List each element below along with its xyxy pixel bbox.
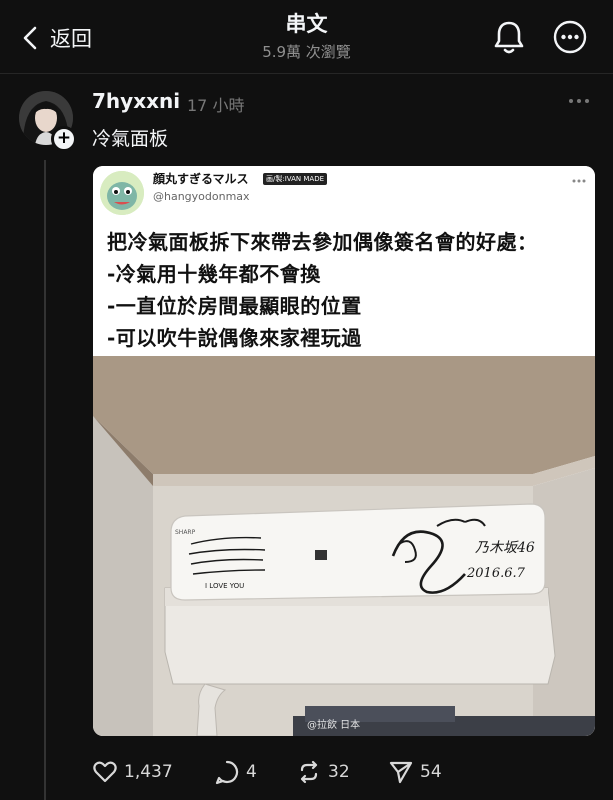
tweet-name: 顔丸すぎるマルス <box>153 172 249 186</box>
action-bar: 1,437 4 32 54 <box>92 756 592 788</box>
tweet-line: -一直位於房間最顯眼的位置 <box>107 294 362 318</box>
tweet-line: 把冷氣面板拆下來帶去參加偶像簽名會的好處： <box>107 230 538 254</box>
tweet-more-icon <box>572 179 586 183</box>
plus-icon: + <box>56 127 72 148</box>
reply-count: 4 <box>246 762 257 782</box>
air-conditioner-photo: SHARP 乃木坂46 2016.6.7 I LOVE YOU @拉飲 日本 <box>93 356 595 736</box>
photo-note-text: I LOVE YOU <box>205 582 244 590</box>
comment-icon <box>215 760 239 785</box>
more-icon[interactable] <box>567 96 591 106</box>
thread-line <box>44 160 46 800</box>
bell-icon[interactable] <box>490 18 528 56</box>
repost-button[interactable]: 32 <box>296 756 350 788</box>
repost-icon <box>300 760 318 784</box>
tweet-badge: 画/製:IVAN MADE <box>263 173 328 185</box>
embedded-tweet-header: 顔丸すぎるマルス 画/製:IVAN MADE @hangyodonmax 把冷氣… <box>93 166 595 356</box>
like-count: 1,437 <box>124 762 173 782</box>
like-button[interactable]: 1,437 <box>92 756 173 788</box>
tweet-avatar <box>100 171 144 215</box>
send-icon <box>389 761 413 784</box>
repost-count: 32 <box>328 762 350 782</box>
post-image[interactable]: 顔丸すぎるマルス 画/製:IVAN MADE @hangyodonmax 把冷氣… <box>93 166 595 736</box>
post-text: 冷氣面板 <box>92 128 169 150</box>
more-circle-icon[interactable] <box>553 20 587 54</box>
follow-button[interactable]: + <box>51 126 77 152</box>
heart-icon <box>93 761 117 783</box>
post-time: 17 小時 <box>187 96 245 115</box>
share-button[interactable]: 54 <box>388 756 442 788</box>
reply-button[interactable]: 4 <box>214 756 257 788</box>
tweet-line: -可以吹牛說偶像來家裡玩過 <box>107 326 362 350</box>
share-count: 54 <box>420 762 442 782</box>
tweet-line: -冷氣用十幾年都不會換 <box>107 262 321 286</box>
top-bar: 返回 串文 5.9萬 次瀏覽 <box>0 0 613 74</box>
photo-date-text: 2016.6.7 <box>466 566 526 581</box>
svg-text:SHARP: SHARP <box>175 529 196 536</box>
username[interactable]: 7hyxxni <box>92 89 180 113</box>
photo-watermark: @拉飲 日本 <box>307 718 360 731</box>
tweet-handle: @hangyodonmax <box>153 190 250 203</box>
photo-group-text: 乃木坂46 <box>475 540 535 556</box>
